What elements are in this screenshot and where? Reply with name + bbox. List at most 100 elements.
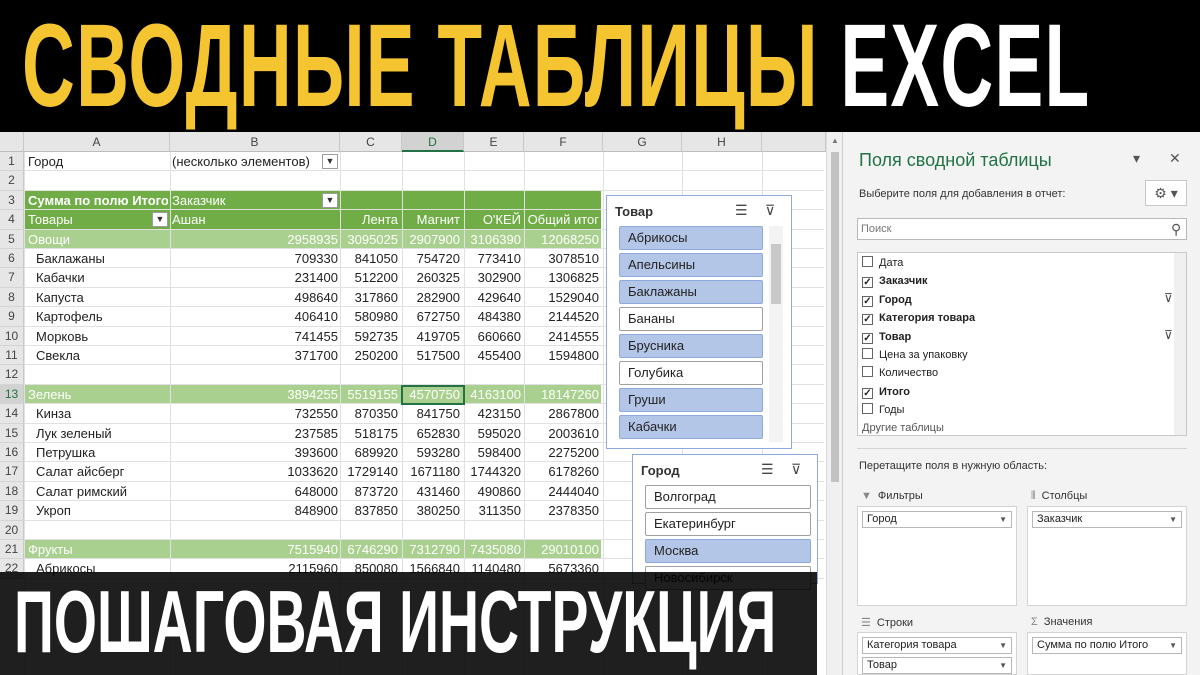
row-header-21[interactable]: 21 [0, 540, 24, 560]
item-value[interactable]: 429640 [464, 288, 521, 307]
slicer-gorod[interactable]: Город ☰ ⊽ ВолгоградЕкатеринбургМоскваНов… [632, 454, 818, 590]
row-header-13[interactable]: 13 [0, 384, 24, 405]
clear-filter-icon[interactable]: ⊽ [765, 202, 775, 219]
row-header-17[interactable]: 17 [0, 462, 24, 482]
item-name[interactable]: Свекла [36, 346, 166, 365]
item-value[interactable]: 1744320 [464, 462, 521, 481]
slicer-item[interactable]: Бананы [619, 307, 763, 331]
item-name[interactable]: Укроп [36, 501, 166, 520]
column-filter-button[interactable]: ▼ [322, 192, 338, 208]
group-total[interactable]: 3095025 [340, 230, 398, 249]
field-list[interactable]: Другие таблицы Дата ✓ Заказчик ✓ Город ⊽ ✓ Кате… [857, 252, 1187, 436]
group-total[interactable]: 3106390 [464, 230, 521, 249]
slicer-item[interactable]: Брусника [619, 334, 763, 358]
sheet-vertical-scrollbar[interactable]: ▲ [826, 132, 842, 675]
row-header-20[interactable]: 20 [0, 520, 24, 540]
item-value[interactable]: 423150 [464, 404, 521, 423]
row-header-10[interactable]: 10 [0, 326, 24, 346]
scroll-up-icon[interactable]: ▲ [827, 136, 843, 145]
item-value[interactable]: 773410 [464, 249, 521, 268]
item-value[interactable]: 837850 [340, 501, 398, 520]
item-value[interactable]: 592735 [340, 327, 398, 346]
group-total[interactable]: 4163100 [464, 385, 521, 404]
row-header-7[interactable]: 7 [0, 268, 24, 288]
item-value[interactable]: 652830 [402, 424, 460, 443]
item-name[interactable]: Салат айсберг [36, 462, 166, 481]
row-header-18[interactable]: 18 [0, 481, 24, 502]
item-value[interactable]: 237585 [170, 424, 338, 443]
item-value[interactable]: 754720 [402, 249, 460, 268]
field-item[interactable]: ✓ Категория товара [862, 309, 975, 327]
slicer-item[interactable]: Москва [645, 539, 811, 563]
group-name[interactable]: Овощи [28, 230, 168, 249]
slicer-tovar-scrollbar[interactable] [769, 226, 783, 442]
column-header-a[interactable]: A [24, 132, 170, 152]
row-header-14[interactable]: 14 [0, 404, 24, 424]
field-item[interactable]: ✓ Город [862, 291, 912, 309]
panel-menu-icon[interactable]: ▾ [1133, 150, 1140, 167]
field-list-scrollbar[interactable] [1174, 253, 1186, 435]
item-value[interactable]: 709330 [170, 249, 338, 268]
search-input[interactable]: Поиск [857, 218, 1187, 240]
item-name[interactable]: Салат римский [36, 482, 166, 501]
group-total[interactable]: 5519155 [340, 385, 398, 404]
item-value[interactable]: 311350 [464, 501, 521, 520]
item-value[interactable]: 2414555 [524, 327, 599, 346]
filter-icon[interactable]: ⊽ [1164, 291, 1173, 305]
item-value[interactable]: 380250 [402, 501, 460, 520]
item-value[interactable]: 598400 [464, 443, 521, 462]
item-name[interactable]: Картофель [36, 307, 166, 326]
field-item[interactable]: ✓ Итого [862, 383, 910, 401]
row-header-8[interactable]: 8 [0, 287, 24, 308]
chevron-down-icon[interactable]: ▼ [1169, 638, 1177, 653]
item-name[interactable]: Кабачки [36, 268, 166, 287]
item-value[interactable]: 484380 [464, 307, 521, 326]
item-name[interactable]: Кинза [36, 404, 166, 423]
rows-item-1[interactable]: Категория товара ▼ [862, 637, 1012, 654]
values-area[interactable]: Сумма по полю Итого ▼ [1027, 632, 1187, 675]
item-value[interactable]: 6178260 [524, 462, 599, 481]
item-value[interactable]: 455400 [464, 346, 521, 365]
row-header-6[interactable]: 6 [0, 249, 24, 269]
item-value[interactable]: 282900 [402, 288, 460, 307]
checkbox-checked-icon[interactable]: ✓ [862, 332, 873, 344]
item-value[interactable]: 517500 [402, 346, 460, 365]
search-icon[interactable]: ⚲ [1171, 218, 1181, 240]
column-header-g[interactable]: G [603, 132, 682, 152]
item-value[interactable]: 431460 [402, 482, 460, 501]
item-name[interactable]: Морковь [36, 327, 166, 346]
item-name[interactable]: Лук зеленый [36, 424, 166, 443]
item-value[interactable]: 1529040 [524, 288, 599, 307]
column-header-value[interactable]: О'КЕЙ [464, 210, 521, 229]
group-total[interactable]: 18147260 [524, 385, 599, 404]
slicer-scroll-thumb[interactable] [771, 244, 781, 304]
column-header-h[interactable]: H [682, 132, 762, 152]
clear-filter-icon[interactable]: ⊽ [791, 461, 801, 478]
row-header-9[interactable]: 9 [0, 307, 24, 327]
item-value[interactable]: 689920 [340, 443, 398, 462]
item-value[interactable]: 848900 [170, 501, 338, 520]
item-value[interactable]: 1306825 [524, 268, 599, 287]
item-value[interactable]: 2275200 [524, 443, 599, 462]
columns-area[interactable]: Заказчик ▼ [1027, 506, 1187, 606]
group-name[interactable]: Зелень [28, 385, 168, 404]
column-field-label[interactable]: Заказчик [172, 191, 322, 210]
item-value[interactable]: 406410 [170, 307, 338, 326]
values-item[interactable]: Сумма по полю Итого ▼ [1032, 637, 1182, 654]
field-item[interactable]: ✓ Товар [862, 328, 911, 346]
rows-item-2[interactable]: Товар ▼ [862, 657, 1012, 674]
item-value[interactable]: 1594800 [524, 346, 599, 365]
field-item[interactable]: ✓ Заказчик [862, 272, 927, 290]
column-header-f[interactable]: F [524, 132, 603, 152]
item-value[interactable]: 841050 [340, 249, 398, 268]
close-icon[interactable]: ✕ [1169, 150, 1181, 167]
item-value[interactable]: 231400 [170, 268, 338, 287]
slicer-item[interactable]: Екатеринбург [645, 512, 811, 536]
item-value[interactable]: 595020 [464, 424, 521, 443]
column-header-e[interactable]: E [464, 132, 524, 152]
field-item[interactable]: Дата [862, 254, 903, 272]
slicer-item[interactable]: Апельсины [619, 253, 763, 277]
field-item[interactable]: Количество [862, 364, 938, 382]
slicer-tovar[interactable]: Товар ☰ ⊽ Абрикосы Апельсины Баклажаны Бана… [606, 195, 792, 449]
multi-select-icon[interactable]: ☰ [761, 461, 774, 478]
